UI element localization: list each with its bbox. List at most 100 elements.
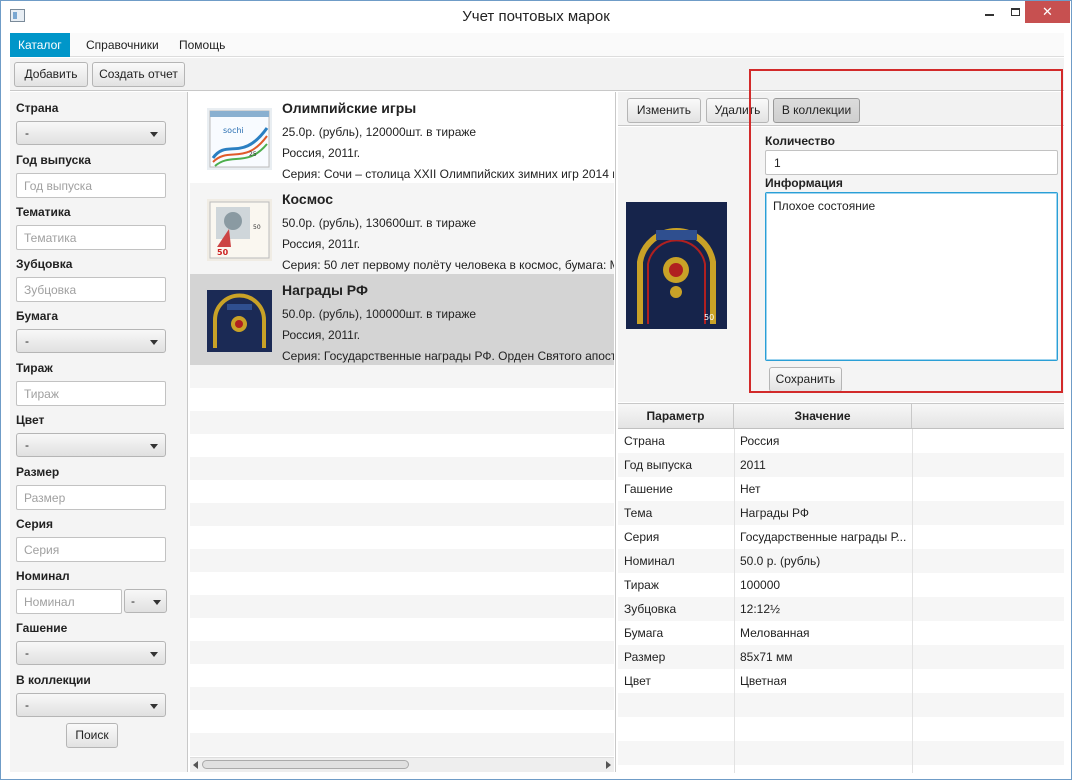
- svg-text:25: 25: [249, 151, 257, 158]
- maximize-icon: [1011, 8, 1020, 16]
- circulation-input[interactable]: [16, 381, 166, 406]
- list-item[interactable]: sochi 25 Олимпийские игры 25.0р. (рубль)…: [190, 92, 614, 183]
- color-select-value: -: [25, 438, 29, 452]
- empty-row: [190, 733, 614, 756]
- delete-button[interactable]: Удалить: [706, 98, 769, 123]
- menu-help[interactable]: Помощь: [171, 33, 233, 57]
- year-input[interactable]: [16, 173, 166, 198]
- scroll-right-icon[interactable]: [606, 761, 611, 769]
- param-name-cell: Размер: [624, 650, 666, 664]
- close-icon: ✕: [1042, 4, 1053, 19]
- param-name-cell: Тема: [624, 506, 653, 520]
- info-textarea[interactable]: Плохое состояние: [765, 192, 1058, 361]
- stamp-title: Награды РФ: [282, 282, 368, 298]
- param-value-cell: Цветная: [740, 674, 787, 688]
- param-value-cell: 2011: [740, 458, 766, 472]
- param-name-cell: Год выпуска: [624, 458, 692, 472]
- param-name-cell: Тираж: [624, 578, 659, 592]
- table-row[interactable]: Год выпуска 2011: [618, 453, 1064, 477]
- chevron-down-icon: [150, 132, 158, 137]
- detail-panel: Изменить Удалить В коллекции 50 Количест…: [618, 92, 1064, 773]
- country-select[interactable]: -: [16, 121, 166, 145]
- cancel-select[interactable]: -: [16, 641, 166, 665]
- column-divider: [912, 429, 913, 773]
- table-header: Параметр Значение: [618, 404, 1064, 429]
- empty-row: [190, 526, 614, 549]
- app-window: Учет почтовых марок ✕ Каталог Справочник…: [0, 0, 1072, 780]
- param-name-cell: Серия: [624, 530, 660, 544]
- menu-references[interactable]: Справочники: [78, 33, 167, 57]
- series-input[interactable]: [16, 537, 166, 562]
- close-button[interactable]: ✕: [1025, 1, 1070, 23]
- svg-text:sochi: sochi: [223, 126, 244, 135]
- table-row[interactable]: Тема Награды РФ: [618, 501, 1064, 525]
- menu-bar: Каталог Справочники Помощь: [10, 33, 1064, 57]
- collection-label: В коллекции: [16, 673, 91, 687]
- perforation-input[interactable]: [16, 277, 166, 302]
- table-row[interactable]: Зубцовка 12:12½: [618, 597, 1064, 621]
- param-name-cell: Зубцовка: [624, 602, 677, 616]
- year-label: Год выпуска: [16, 153, 91, 167]
- main-toolbar: Добавить Создать отчет: [10, 58, 1064, 91]
- column-divider: [734, 429, 735, 773]
- quantity-input[interactable]: [765, 150, 1058, 175]
- scrollbar-thumb[interactable]: [202, 760, 409, 769]
- menu-catalog[interactable]: Каталог: [10, 33, 70, 57]
- list-item[interactable]: 50 50 Космос 50.0р. (рубль), 130600шт. в…: [190, 183, 614, 274]
- nominal-unit-select[interactable]: -: [124, 589, 167, 613]
- nominal-label: Номинал: [16, 569, 70, 583]
- table-row[interactable]: Страна Россия: [618, 429, 1064, 453]
- color-select[interactable]: -: [16, 433, 166, 457]
- param-value-cell: 100000: [740, 578, 781, 592]
- table-row[interactable]: Тираж 100000: [618, 573, 1064, 597]
- size-input[interactable]: [16, 485, 166, 510]
- empty-row: [618, 693, 1064, 717]
- search-button[interactable]: Поиск: [66, 723, 118, 748]
- create-report-button[interactable]: Создать отчет: [92, 62, 185, 87]
- edit-button[interactable]: Изменить: [627, 98, 701, 123]
- empty-row: [190, 595, 614, 618]
- table-row[interactable]: Номинал 50.0 р. (рубль): [618, 549, 1064, 573]
- column-header-parameter[interactable]: Параметр: [618, 404, 734, 428]
- empty-row: [190, 411, 614, 434]
- chevron-down-icon: [153, 600, 161, 605]
- stamp-price: 50.0р. (рубль), 130600шт. в тираже: [282, 216, 477, 230]
- theme-input[interactable]: [16, 225, 166, 250]
- table-row[interactable]: Размер 85x71 мм: [618, 645, 1064, 669]
- collection-select[interactable]: -: [16, 693, 166, 717]
- table-row[interactable]: Бумага Мелованная: [618, 621, 1064, 645]
- param-name-cell: Цвет: [624, 674, 651, 688]
- nominal-input[interactable]: [16, 589, 122, 614]
- table-row[interactable]: Цвет Цветная: [618, 669, 1064, 693]
- chevron-down-icon: [150, 340, 158, 345]
- filter-panel: Страна - Год выпуска Тематика Зубцовка Б…: [10, 92, 188, 772]
- horizontal-scrollbar[interactable]: [190, 757, 614, 772]
- minimize-icon: [985, 14, 994, 16]
- table-row[interactable]: Гашение Нет: [618, 477, 1064, 501]
- stamp-origin: Россия, 2011г.: [282, 146, 361, 160]
- param-value-cell: 50.0 р. (рубль): [740, 554, 821, 568]
- cancel-label: Гашение: [16, 621, 68, 635]
- collection-select-value: -: [25, 698, 29, 712]
- list-item-selected[interactable]: Награды РФ 50.0р. (рубль), 100000шт. в т…: [190, 274, 614, 365]
- minimize-button[interactable]: [976, 1, 1003, 23]
- save-button[interactable]: Сохранить: [769, 367, 842, 392]
- add-button[interactable]: Добавить: [14, 62, 88, 87]
- svg-text:50: 50: [253, 224, 261, 231]
- theme-label: Тематика: [16, 205, 71, 219]
- svg-text:50: 50: [704, 313, 714, 322]
- empty-row: [190, 480, 614, 503]
- scroll-left-icon[interactable]: [193, 761, 198, 769]
- column-header-value[interactable]: Значение: [734, 404, 912, 428]
- in-collection-toggle[interactable]: В коллекции: [773, 98, 860, 123]
- awards-stamp-image: 50: [626, 202, 727, 329]
- param-name-cell: Гашение: [624, 482, 673, 496]
- color-label: Цвет: [16, 413, 45, 427]
- paper-select[interactable]: -: [16, 329, 166, 353]
- svg-text:50: 50: [217, 248, 229, 257]
- paper-label: Бумага: [16, 309, 59, 323]
- stamp-series: Серия: Сочи – столица XXII Олимпийских з…: [282, 167, 614, 181]
- table-row[interactable]: Серия Государственные награды Р...: [618, 525, 1064, 549]
- empty-row: [190, 618, 614, 641]
- stamp-list: sochi 25 Олимпийские игры 25.0р. (рубль)…: [190, 92, 616, 772]
